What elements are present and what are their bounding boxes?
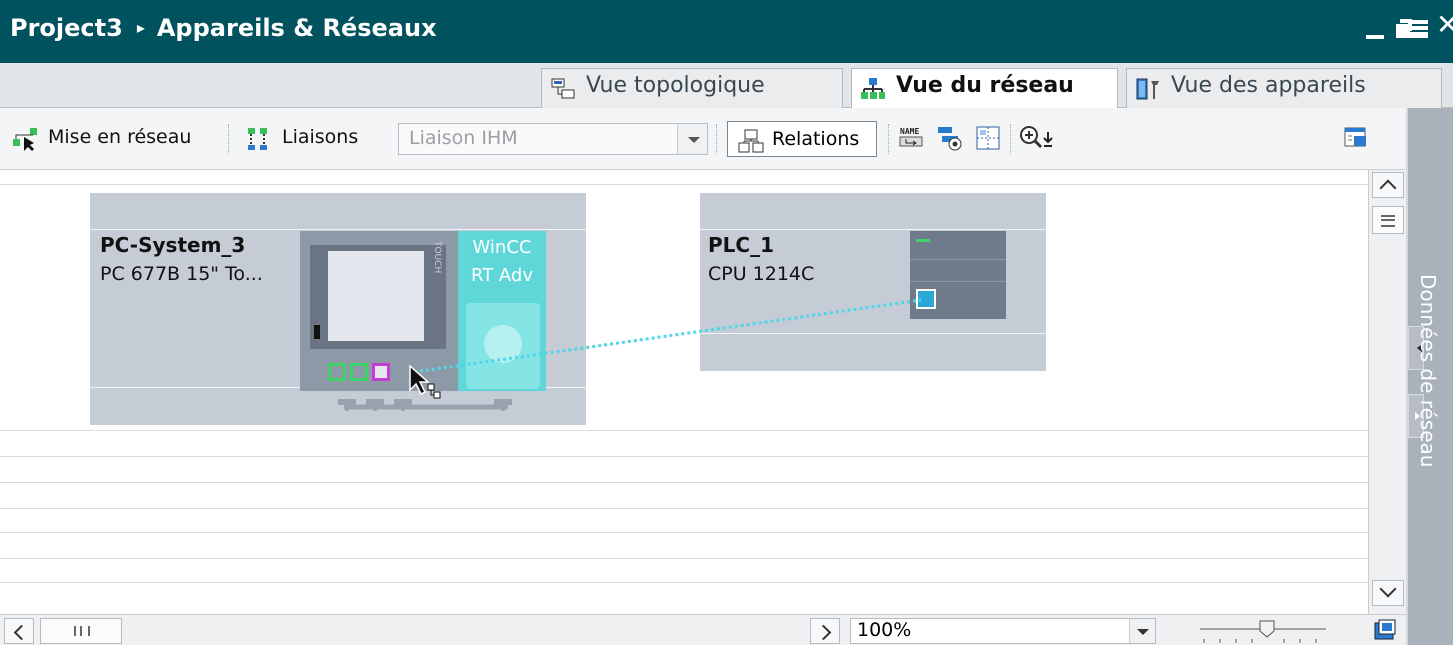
network-overview-icon[interactable] — [1342, 124, 1370, 152]
tab-network-label: Vue du réseau — [896, 73, 1074, 98]
network-view-icon — [860, 77, 886, 101]
network-mode-icon — [12, 127, 38, 151]
tab-device-label: Vue des appareils — [1171, 73, 1366, 98]
project-name: Project3 — [10, 14, 123, 42]
device-view-icon — [1135, 77, 1161, 101]
toolbar-separator — [1010, 124, 1012, 154]
status-bar: 100% — [0, 614, 1406, 645]
horizontal-scroll-thumb[interactable] — [40, 618, 122, 644]
chevron-down-icon[interactable] — [1129, 619, 1155, 643]
toolbar-separator — [888, 124, 890, 154]
connections-icon — [246, 127, 272, 150]
breadcrumb-separator-icon: ▸ — [136, 18, 145, 37]
close-icon[interactable]: ✕ — [1436, 11, 1453, 39]
show-addresses-icon[interactable] — [936, 124, 964, 152]
minimize-icon[interactable] — [1363, 16, 1389, 42]
scroll-right-button[interactable] — [810, 618, 840, 644]
relations-button-label: Relations — [772, 128, 860, 150]
rename-tags-icon[interactable]: NAME — [898, 124, 926, 152]
zoom-slider[interactable] — [1198, 619, 1328, 643]
topology-view-icon — [550, 77, 576, 101]
toolbar-separator — [228, 124, 230, 154]
toolbar-separator — [716, 124, 718, 154]
svg-text:NAME: NAME — [900, 127, 919, 136]
fit-to-view-icon[interactable] — [1374, 619, 1396, 641]
relations-button[interactable]: Relations — [727, 121, 877, 157]
maximize-icon[interactable] — [1408, 16, 1434, 42]
zoom-in-icon[interactable] — [1018, 124, 1058, 152]
chevron-down-icon[interactable] — [677, 124, 707, 154]
view-tabs: Vue topologique Vue du réseau Vue des ap… — [0, 63, 1453, 109]
links-button[interactable]: Liaisons — [238, 121, 358, 155]
vertical-scrollbar[interactable] — [1368, 170, 1406, 614]
relations-icon — [738, 129, 764, 153]
connection-type-select[interactable]: Liaison IHM — [398, 123, 708, 155]
mouse-cursor-icon — [409, 364, 441, 399]
network-data-panel[interactable]: Données de réseau — [1406, 108, 1453, 645]
connection-type-value: Liaison IHM — [409, 127, 518, 149]
links-button-label: Liaisons — [282, 126, 359, 148]
scroll-up-button[interactable] — [1372, 172, 1404, 198]
network-data-label[interactable]: Données de réseau — [1416, 274, 1440, 467]
editor-title: Appareils & Réseaux — [156, 14, 437, 42]
scroll-left-button[interactable] — [4, 618, 34, 644]
network-toolbar: Mise en réseau Liaisons Liaison IHM Rela… — [0, 108, 1406, 170]
network-canvas[interactable]: PC-System_3 PC 677B 15" To... TOUCH WinC… — [0, 170, 1368, 614]
zoom-value: 100% — [857, 619, 912, 641]
grid-layout-icon[interactable] — [974, 124, 1002, 152]
vertical-scroll-thumb[interactable] — [1372, 206, 1404, 234]
tab-device-view[interactable]: Vue des appareils — [1126, 68, 1442, 108]
title-bar: Project3 ▸ Appareils & Réseaux ✕ — [0, 0, 1453, 63]
network-button-label: Mise en réseau — [48, 126, 192, 148]
zoom-select[interactable]: 100% — [850, 618, 1156, 644]
tab-network-view[interactable]: Vue du réseau — [851, 68, 1118, 109]
network-button[interactable]: Mise en réseau — [4, 121, 191, 155]
tab-topology-view[interactable]: Vue topologique — [541, 68, 843, 108]
tab-topology-label: Vue topologique — [586, 73, 765, 98]
hmi-connection-line — [413, 298, 922, 374]
scroll-down-button[interactable] — [1372, 580, 1404, 606]
window-title: Project3 ▸ Appareils & Réseaux — [10, 14, 437, 42]
